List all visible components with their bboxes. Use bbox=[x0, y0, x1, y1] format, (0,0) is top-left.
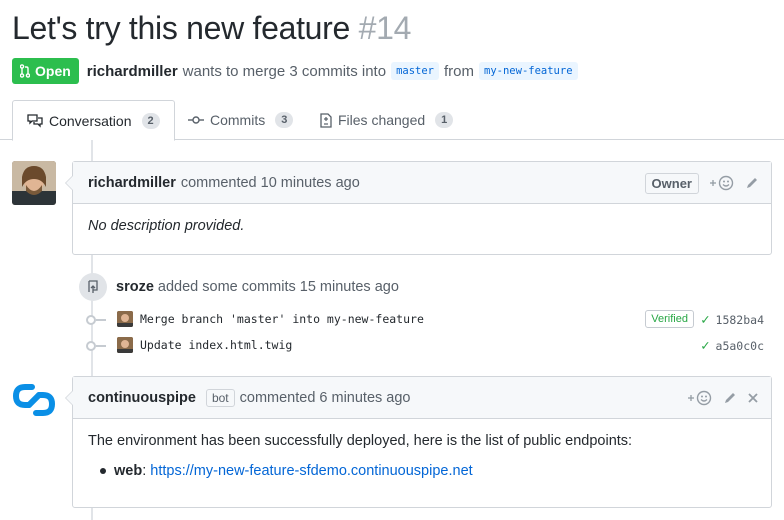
commit-sha-link[interactable]: 1582ba4 bbox=[716, 313, 764, 327]
comment-author-link[interactable]: richardmiller bbox=[88, 175, 176, 191]
comment-body: The environment has been successfully de… bbox=[73, 419, 771, 493]
bullet-icon bbox=[100, 468, 106, 474]
comment-text: No description provided. bbox=[88, 218, 245, 234]
continuouspipe-logo-icon bbox=[12, 384, 56, 416]
status-badge: Open bbox=[12, 58, 79, 84]
comment-author-link[interactable]: continuouspipe bbox=[88, 390, 196, 406]
comment-header: richardmiller commented 10 minutes ago O… bbox=[73, 162, 771, 204]
comment-actions: Owner bbox=[644, 162, 759, 204]
git-commit-icon bbox=[188, 116, 204, 124]
comment-box: continuouspipe bot commented 6 minutes a… bbox=[65, 376, 772, 508]
commit-avatar[interactable] bbox=[117, 311, 133, 327]
tab-commits[interactable]: Commits 3 bbox=[174, 100, 307, 140]
event-action: added some commits 15 minutes ago bbox=[157, 279, 399, 295]
add-reaction-button[interactable] bbox=[687, 390, 713, 406]
pencil-icon bbox=[747, 178, 757, 188]
endpoint-name: web bbox=[114, 463, 143, 479]
pr-meta: Open richardmiller wants to merge 3 comm… bbox=[12, 58, 583, 84]
tab-label: Commits bbox=[210, 112, 266, 128]
commit-sha: ✓ 1582ba4 bbox=[701, 312, 764, 328]
tab-counter: 3 bbox=[275, 112, 294, 128]
user-avatar-image bbox=[12, 161, 56, 205]
tab-label: Files changed bbox=[338, 112, 426, 128]
commits-event: sroze added some commits 15 minutes ago bbox=[116, 279, 399, 295]
commit-row: Update index.html.twig ✓ a5a0c0c bbox=[84, 335, 774, 357]
comment-body: No description provided. bbox=[73, 204, 771, 248]
edit-comment-button[interactable] bbox=[745, 176, 759, 190]
from-text: from bbox=[444, 62, 475, 80]
verified-badge[interactable]: Verified bbox=[645, 310, 694, 328]
check-icon[interactable]: ✓ bbox=[701, 338, 709, 354]
commit-sha: ✓ a5a0c0c bbox=[701, 338, 764, 354]
page-title: Let's try this new feature #14 bbox=[12, 10, 411, 47]
commit-sha-link[interactable]: a5a0c0c bbox=[716, 339, 764, 353]
tab-label: Conversation bbox=[49, 112, 132, 129]
commit-message-link[interactable]: Update index.html.twig bbox=[140, 338, 292, 352]
tab-conversation[interactable]: Conversation 2 bbox=[12, 100, 175, 141]
pr-number: #14 bbox=[358, 10, 412, 46]
head-branch[interactable]: my-new-feature bbox=[479, 62, 578, 80]
comment-header: continuouspipe bot commented 6 minutes a… bbox=[73, 377, 771, 419]
git-commit-dot-icon bbox=[86, 315, 106, 325]
file-diff-icon bbox=[320, 112, 332, 128]
tab-files-changed[interactable]: Files changed 1 bbox=[306, 100, 467, 140]
pencil-icon bbox=[725, 393, 735, 403]
repo-push-icon bbox=[79, 273, 107, 301]
git-pull-request-icon bbox=[20, 64, 30, 78]
comment-timestamp: commented 10 minutes ago bbox=[180, 174, 360, 191]
smiley-add-icon bbox=[710, 175, 734, 191]
comment-text: The environment has been successfully de… bbox=[88, 433, 633, 449]
comment-box: richardmiller commented 10 minutes ago O… bbox=[65, 161, 772, 255]
add-reaction-button[interactable] bbox=[709, 175, 735, 191]
tab-counter: 2 bbox=[141, 112, 160, 129]
owner-badge: Owner bbox=[644, 172, 699, 194]
bot-badge: bot bbox=[205, 388, 235, 407]
tab-counter: 1 bbox=[435, 112, 454, 128]
close-icon bbox=[748, 393, 758, 403]
pr-author-link[interactable]: richardmiller bbox=[87, 63, 178, 80]
pr-tabs: Conversation 2 Commits 3 Files changed 1 bbox=[0, 100, 784, 141]
endpoint-link[interactable]: https://my-new-feature-sfdemo.continuous… bbox=[150, 463, 472, 479]
event-author-link[interactable]: sroze bbox=[116, 279, 154, 295]
smiley-add-icon bbox=[688, 390, 712, 406]
comment-timestamp: commented 6 minutes ago bbox=[239, 389, 411, 406]
commit-message-link[interactable]: Merge branch 'master' into my-new-featur… bbox=[140, 312, 424, 326]
merge-text: wants to merge 3 commits into bbox=[182, 62, 387, 80]
check-icon[interactable]: ✓ bbox=[701, 312, 709, 328]
delete-comment-button[interactable] bbox=[747, 392, 759, 404]
comment-discussion-icon bbox=[27, 113, 43, 128]
commit-avatar[interactable] bbox=[117, 337, 133, 353]
pr-title: Let's try this new feature bbox=[12, 10, 351, 46]
edit-comment-button[interactable] bbox=[723, 391, 737, 405]
comment-actions bbox=[687, 377, 759, 419]
endpoint-list-item: web: https://my-new-feature-sfdemo.conti… bbox=[100, 463, 756, 479]
git-commit-dot-icon bbox=[86, 341, 106, 351]
base-branch[interactable]: master bbox=[391, 62, 440, 80]
avatar[interactable] bbox=[12, 378, 56, 422]
avatar[interactable] bbox=[12, 161, 56, 205]
commit-row: Merge branch 'master' into my-new-featur… bbox=[84, 309, 774, 331]
status-label: Open bbox=[35, 63, 71, 79]
